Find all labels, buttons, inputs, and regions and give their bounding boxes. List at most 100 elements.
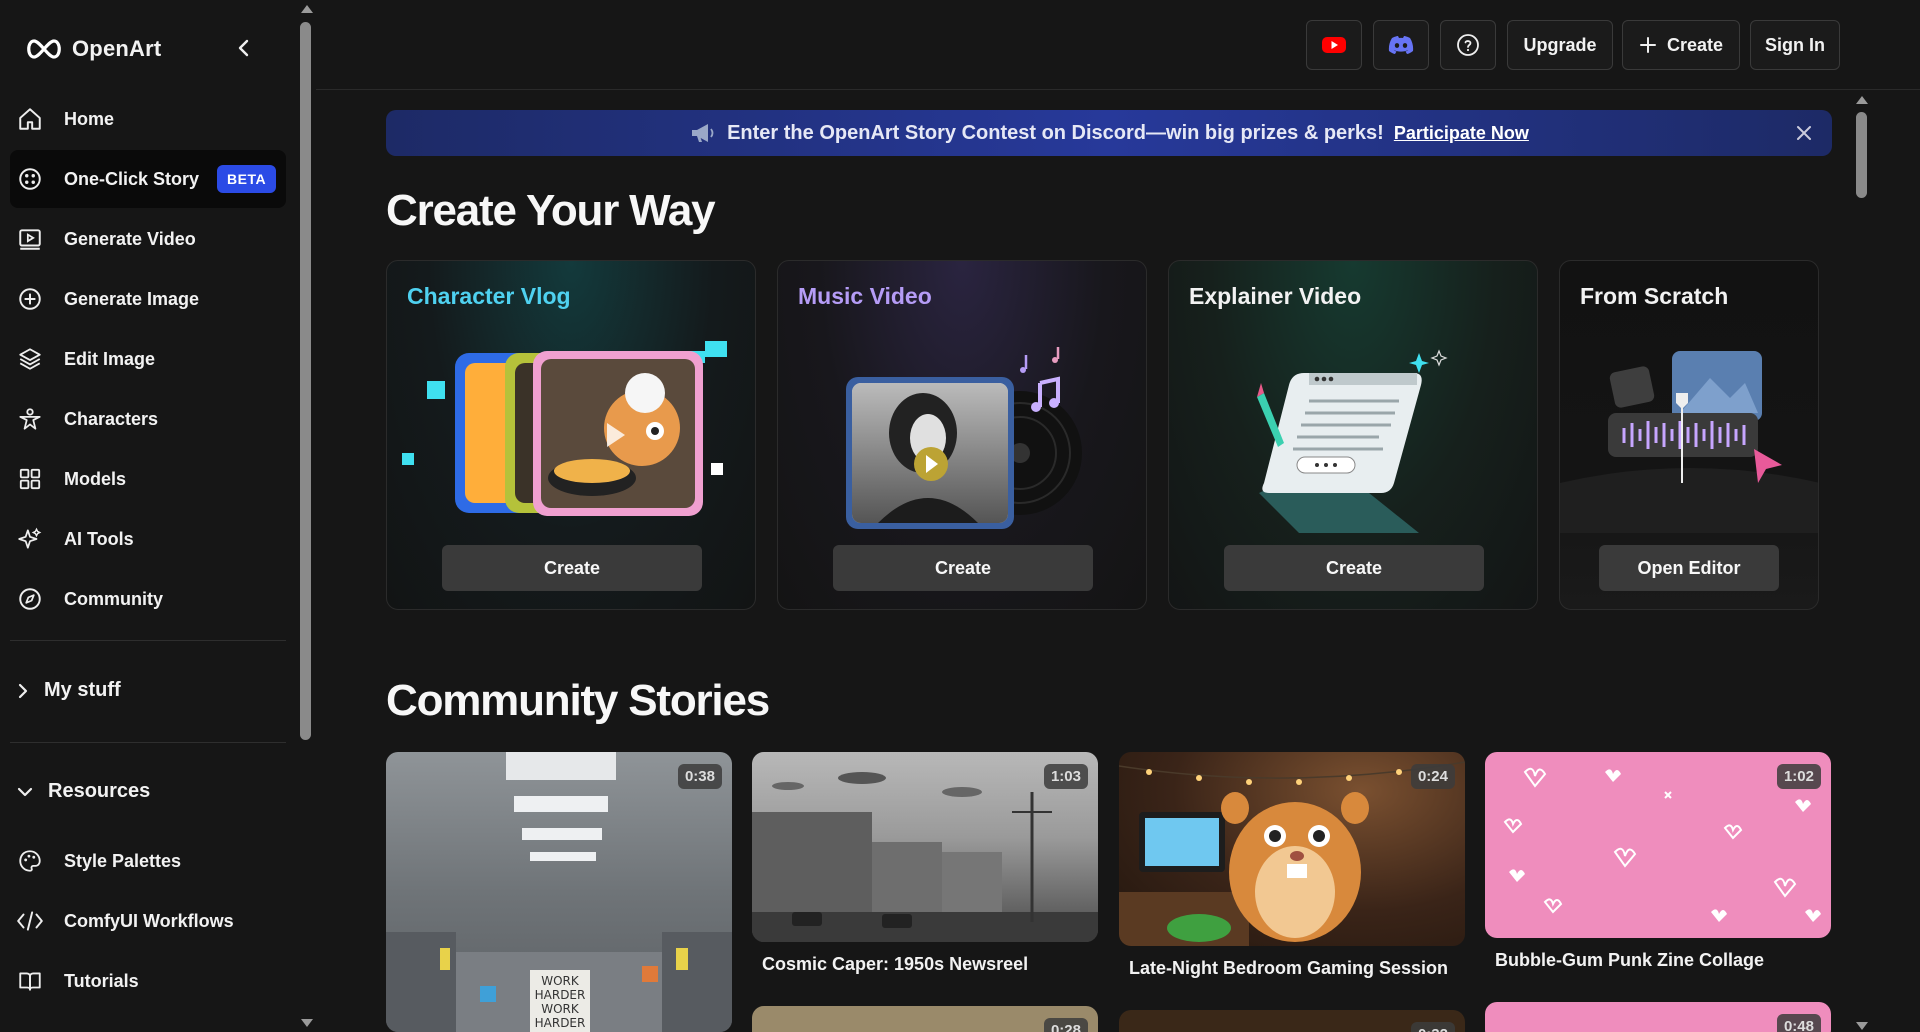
sidebar-item-comfyui-workflows[interactable]: ComfyUI Workflows bbox=[10, 892, 286, 950]
character-icon bbox=[16, 405, 44, 433]
create-label: Create bbox=[1325, 557, 1383, 578]
story-card[interactable]: 0:32 bbox=[1119, 1010, 1465, 1032]
sidebar-item-label: Community bbox=[64, 588, 163, 609]
chevron-right-icon bbox=[18, 683, 28, 698]
card-music-video[interactable]: Music Video Create bbox=[777, 260, 1147, 610]
create-label: Create bbox=[934, 557, 992, 578]
story-card[interactable]: 0:24 bbox=[1119, 752, 1465, 946]
duration-badge: 1:03 bbox=[1043, 764, 1088, 789]
film-reel-icon bbox=[16, 165, 44, 193]
card-from-scratch[interactable]: From Scratch Open Editor bbox=[1559, 260, 1819, 610]
sidebar-item-ai-tools[interactable]: AI Tools bbox=[10, 510, 286, 568]
card-title: From Scratch bbox=[1580, 283, 1729, 309]
help-button[interactable] bbox=[1440, 20, 1496, 70]
sidebar-item-characters[interactable]: Characters bbox=[10, 390, 286, 448]
from-scratch-illustration-icon bbox=[1560, 351, 1818, 533]
card-title: Music Video bbox=[798, 283, 932, 309]
scrollbar-thumb[interactable] bbox=[1856, 112, 1867, 198]
open-editor-button[interactable]: Open Editor bbox=[1599, 545, 1779, 591]
sidebar-item-one-click-story[interactable]: One-Click Story BETA bbox=[10, 150, 286, 208]
video-icon bbox=[16, 225, 44, 253]
upgrade-label: Upgrade bbox=[1523, 34, 1597, 55]
story-title[interactable]: Late-Night Bedroom Gaming Session bbox=[1129, 958, 1448, 979]
scroll-down-arrow-icon[interactable] bbox=[301, 1019, 313, 1027]
create-label: Create bbox=[1666, 34, 1724, 55]
story-title[interactable]: Cosmic Caper: 1950s Newsreel bbox=[762, 954, 1028, 975]
resources-toggle[interactable]: Resources bbox=[16, 780, 150, 803]
sidebar-item-label: Home bbox=[64, 108, 115, 129]
sidebar-divider bbox=[10, 742, 286, 743]
duration-badge: 0:48 bbox=[1776, 1014, 1821, 1032]
resources-nav: Style Palettes ComfyUI Workflows Tutoria… bbox=[10, 832, 286, 1012]
story-card[interactable]: 1:03 bbox=[752, 752, 1098, 942]
home-icon bbox=[16, 105, 44, 133]
logo-text: OpenArt bbox=[72, 36, 162, 61]
code-icon bbox=[16, 907, 44, 935]
contest-banner: Enter the OpenArt Story Contest on Disco… bbox=[386, 110, 1832, 156]
sign-in-button[interactable]: Sign In bbox=[1750, 20, 1840, 70]
close-icon bbox=[1797, 126, 1811, 140]
card-title: Character Vlog bbox=[407, 283, 571, 309]
participate-now-link[interactable]: Participate Now bbox=[1394, 123, 1529, 144]
story-card[interactable]: 1:02 bbox=[1485, 752, 1831, 938]
sidebar-item-generate-image[interactable]: Generate Image bbox=[10, 270, 286, 328]
compass-icon bbox=[16, 585, 44, 613]
my-stuff-label: My stuff bbox=[44, 679, 121, 701]
create-button[interactable]: Create bbox=[833, 545, 1093, 591]
sidebar-item-generate-video[interactable]: Generate Video bbox=[10, 210, 286, 268]
sidebar-item-tutorials[interactable]: Tutorials bbox=[10, 952, 286, 1010]
sidebar-item-style-palettes[interactable]: Style Palettes bbox=[10, 832, 286, 890]
sidebar-item-home[interactable]: Home bbox=[10, 90, 286, 148]
youtube-icon bbox=[1322, 37, 1346, 53]
collapse-sidebar-button[interactable] bbox=[230, 34, 258, 62]
create-button[interactable]: Create bbox=[1224, 545, 1484, 591]
card-explainer-video[interactable]: Explainer Video Create bbox=[1168, 260, 1538, 610]
duration-badge: 0:38 bbox=[677, 764, 722, 789]
story-card[interactable]: 0:28 bbox=[752, 1006, 1098, 1032]
scroll-up-arrow-icon[interactable] bbox=[1856, 96, 1868, 104]
story-title[interactable]: Bubble-Gum Punk Zine Collage bbox=[1495, 950, 1764, 971]
duration-badge: 0:32 bbox=[1410, 1022, 1455, 1032]
create-button[interactable]: Create bbox=[442, 545, 702, 591]
palette-icon bbox=[16, 847, 44, 875]
banner-text: Enter the OpenArt Story Contest on Disco… bbox=[727, 121, 1384, 144]
discord-icon bbox=[1388, 36, 1414, 54]
sidebar-scrollbar[interactable] bbox=[296, 0, 316, 1032]
upgrade-button[interactable]: Upgrade bbox=[1507, 20, 1613, 70]
sidebar-item-label: Tutorials bbox=[64, 970, 139, 991]
sidebar-item-label: ComfyUI Workflows bbox=[64, 910, 234, 931]
sidebar-item-community[interactable]: Community bbox=[10, 570, 286, 628]
duration-badge: 1:02 bbox=[1776, 764, 1821, 789]
discord-button[interactable] bbox=[1373, 20, 1429, 70]
resources-label: Resources bbox=[48, 780, 151, 802]
help-circle-icon bbox=[1457, 34, 1479, 56]
community-stories-heading: Community Stories bbox=[386, 676, 770, 725]
infinity-logo-icon bbox=[27, 39, 61, 59]
plus-icon bbox=[1639, 37, 1656, 53]
megaphone-icon bbox=[692, 124, 714, 142]
openart-logo[interactable]: OpenArt bbox=[24, 36, 161, 62]
create-button[interactable]: Create bbox=[1622, 20, 1740, 70]
main-nav: Home One-Click Story BETA Generate Video… bbox=[10, 90, 286, 630]
sidebar-item-models[interactable]: Models bbox=[10, 450, 286, 508]
scrollbar-thumb[interactable] bbox=[300, 22, 311, 740]
sign-text: WORK HARDER WORK HARDER bbox=[534, 974, 586, 1030]
story-card[interactable]: WORK HARDER WORK HARDER 0:38 bbox=[386, 752, 732, 1032]
scroll-down-arrow-icon[interactable] bbox=[1856, 1022, 1868, 1030]
sidebar-item-label: Characters bbox=[64, 408, 159, 429]
scroll-up-arrow-icon[interactable] bbox=[301, 5, 313, 13]
sidebar: OpenArt Home One-Click Story BETA Genera… bbox=[0, 0, 296, 1032]
sidebar-item-label: Generate Video bbox=[64, 228, 196, 249]
sidebar-item-label: One-Click Story bbox=[64, 168, 200, 189]
card-character-vlog[interactable]: Character Vlog Create bbox=[386, 260, 756, 610]
duration-badge: 0:24 bbox=[1410, 764, 1455, 789]
sidebar-item-label: Models bbox=[64, 468, 127, 489]
sidebar-item-edit-image[interactable]: Edit Image bbox=[10, 330, 286, 388]
beta-badge: BETA bbox=[217, 165, 277, 193]
youtube-button[interactable] bbox=[1306, 20, 1362, 70]
my-stuff-toggle[interactable]: My stuff bbox=[16, 679, 121, 702]
sidebar-item-label: AI Tools bbox=[64, 528, 134, 549]
banner-close-button[interactable] bbox=[1794, 123, 1814, 143]
main-scrollbar[interactable] bbox=[1852, 90, 1872, 1032]
story-card[interactable]: 0:48 bbox=[1485, 1002, 1831, 1032]
